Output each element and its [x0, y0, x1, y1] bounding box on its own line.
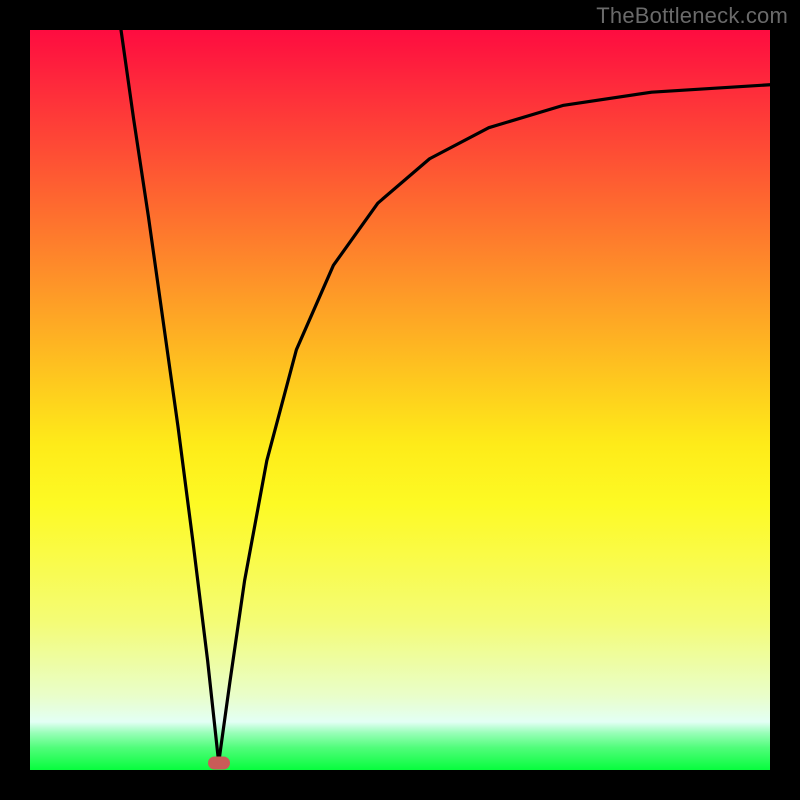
- curve-right-segment: [219, 85, 770, 763]
- curve-left-segment: [121, 30, 219, 763]
- plot-area: [30, 30, 770, 770]
- minimum-marker: [208, 756, 230, 769]
- watermark-text: TheBottleneck.com: [596, 3, 788, 29]
- curve-svg: [30, 30, 770, 770]
- chart-frame: TheBottleneck.com: [0, 0, 800, 800]
